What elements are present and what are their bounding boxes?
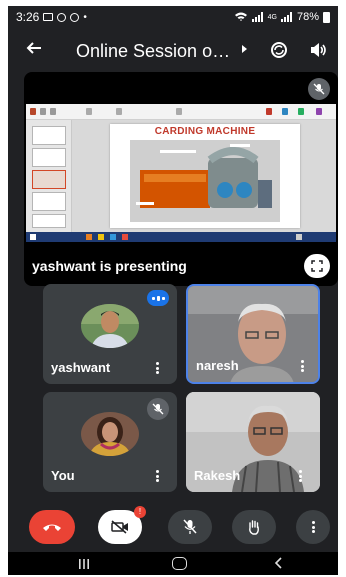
battery-percent: 78%	[296, 11, 319, 23]
end-call-button[interactable]	[29, 510, 75, 544]
fullscreen-icon	[311, 260, 323, 272]
camera-switch-icon	[271, 42, 287, 58]
more-vert-icon	[311, 521, 315, 533]
app-ribbon	[26, 104, 336, 120]
recent-apps-icon[interactable]	[78, 559, 90, 569]
phone-hangup-icon	[43, 524, 61, 531]
slide-page: CARDING MACHINE	[110, 124, 300, 228]
more-notifications-dot: •	[83, 11, 87, 23]
meeting-title[interactable]: Online Session o…	[76, 41, 230, 62]
more-vert-icon[interactable]	[299, 470, 302, 482]
more-options-button[interactable]	[296, 510, 330, 544]
fullscreen-button[interactable]	[304, 254, 330, 278]
call-controls: !	[8, 502, 338, 550]
avatar	[81, 412, 139, 456]
status-time: 3:26	[16, 10, 40, 24]
title-expand-icon[interactable]	[242, 45, 247, 53]
signal-icon	[251, 12, 263, 22]
title-bar: Online Session o…	[8, 30, 338, 70]
audio-output-button[interactable]	[309, 41, 327, 59]
mic-toggle-button[interactable]	[168, 510, 212, 544]
presentation-tile[interactable]: CARDING MACHINE yashwant is presenting	[24, 72, 338, 286]
meet-screen: 3:26 • 4G 78% Online Session o… CARDING …	[8, 6, 338, 575]
more-vert-icon[interactable]	[156, 470, 159, 482]
app-notification-icon-2	[70, 12, 80, 22]
wifi-icon	[234, 12, 247, 21]
status-left: 3:26 •	[16, 10, 87, 24]
participant-tile[interactable]: naresh	[186, 284, 320, 384]
avatar	[81, 304, 139, 348]
slide-title: CARDING MACHINE	[154, 126, 256, 137]
system-nav-bar	[8, 552, 338, 575]
back-button[interactable]	[26, 38, 42, 60]
raise-hand-icon	[249, 520, 259, 535]
mic-off-icon	[183, 519, 197, 534]
desktop-taskbar	[26, 232, 336, 242]
participant-tile[interactable]: Rakesh	[186, 392, 320, 492]
participant-tile[interactable]: You	[43, 392, 177, 492]
status-bar: 3:26 • 4G 78%	[8, 6, 338, 28]
camera-off-icon	[111, 520, 128, 534]
slide-thumbnail	[32, 148, 66, 167]
status-right: 4G 78%	[234, 11, 330, 23]
presenter-mic-status	[308, 78, 330, 100]
signal-icon-2	[280, 12, 292, 22]
participant-name: Rakesh	[194, 468, 241, 483]
slide-thumbnails	[26, 120, 72, 232]
more-vert-icon[interactable]	[301, 360, 304, 372]
app-notification-icon	[57, 12, 67, 22]
carding-machine-image	[130, 140, 280, 222]
participant-name: yashwant	[51, 360, 111, 375]
participant-avatar-image	[81, 412, 139, 456]
network-type: 4G	[267, 13, 277, 21]
presenter-label: yashwant is presenting	[32, 258, 187, 274]
participant-avatar-image	[81, 304, 139, 348]
nav-back-icon[interactable]	[272, 556, 286, 570]
camera-alert-badge: !	[134, 506, 146, 518]
gallery-notification-icon	[43, 13, 54, 21]
battery-icon	[323, 11, 330, 23]
home-icon[interactable]	[172, 557, 187, 570]
mic-off-icon	[152, 403, 164, 415]
more-vert-icon[interactable]	[156, 362, 159, 374]
raise-hand-button[interactable]	[232, 510, 276, 544]
camera-toggle-button[interactable]: !	[98, 506, 146, 544]
slide-thumbnail	[32, 214, 66, 228]
slide-thumbnail	[32, 170, 66, 189]
arrow-left-icon	[26, 42, 41, 54]
speaking-indicator-icon	[147, 290, 169, 306]
slide-thumbnail	[32, 126, 66, 145]
participant-tile[interactable]: yashwant	[43, 284, 177, 384]
slide-canvas: CARDING MACHINE	[72, 120, 336, 232]
participant-name: You	[51, 468, 75, 483]
mic-off-icon	[313, 83, 325, 95]
slide-thumbnail	[32, 192, 66, 211]
camera-switch-button[interactable]	[269, 40, 289, 60]
participant-name: naresh	[196, 358, 239, 373]
shared-screen: CARDING MACHINE	[26, 104, 336, 242]
speaker-icon	[311, 43, 326, 57]
muted-indicator	[147, 398, 169, 420]
